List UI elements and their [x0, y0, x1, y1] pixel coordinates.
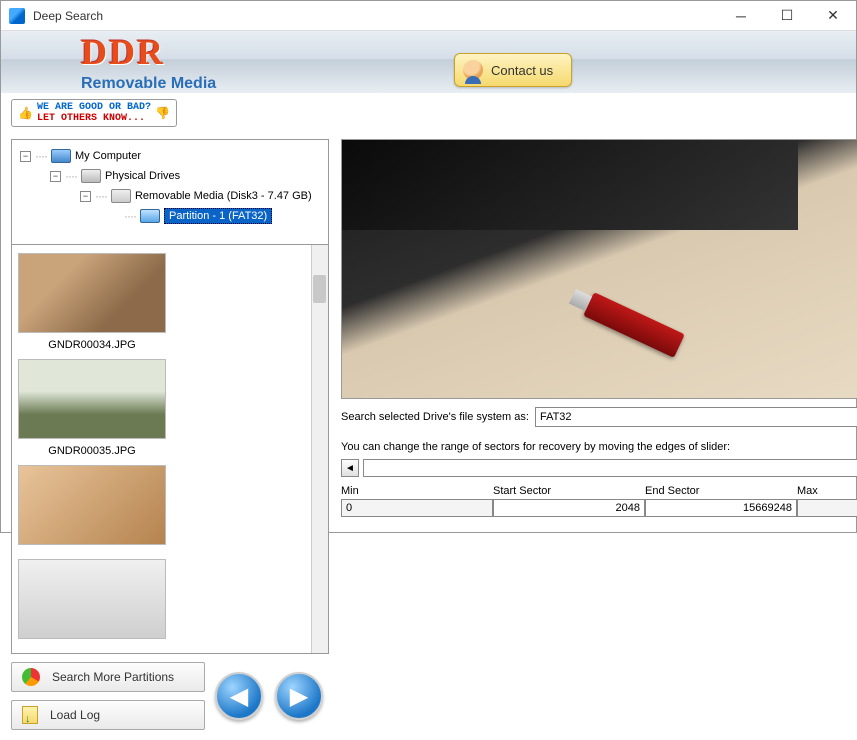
window-title: Deep Search — [33, 9, 718, 23]
computer-icon — [51, 149, 71, 163]
brand-subtitle: Removable Media — [81, 75, 216, 93]
contact-label: Contact us — [491, 63, 553, 78]
back-button[interactable]: ◀ — [215, 672, 263, 720]
thumbnail-item[interactable]: GNDR00035.JPG — [18, 359, 166, 457]
tree-toggle[interactable]: − — [80, 191, 91, 202]
start-sector-input[interactable] — [493, 499, 645, 517]
maximize-button[interactable]: ☐ — [764, 1, 810, 31]
search-more-partitions-button[interactable]: Search More Partitions — [11, 662, 205, 692]
max-sector-input — [797, 499, 857, 517]
brand: DDR Removable Media — [81, 31, 216, 93]
max-label: Max — [797, 485, 857, 497]
tree-removable[interactable]: Removable Media (Disk3 - 7.47 GB) — [135, 190, 312, 202]
badge-line2: LET OTHERS KNOW... — [37, 113, 145, 124]
hero-image — [341, 139, 857, 399]
close-button[interactable]: ✕ — [810, 1, 856, 31]
tree-physical[interactable]: Physical Drives — [105, 170, 180, 182]
tree-toggle[interactable]: − — [20, 151, 31, 162]
pie-chart-icon — [22, 668, 40, 686]
end-sector-input[interactable] — [645, 499, 797, 517]
thumbnails-scrollbar[interactable] — [311, 245, 328, 653]
load-log-label: Load Log — [50, 708, 100, 722]
thumbs-down-icon: 👎 — [155, 106, 170, 121]
thumbs-up-icon: 👍 — [18, 106, 33, 121]
brand-logo-text: DDR — [81, 31, 216, 73]
slider-hint: You can change the range of sectors for … — [341, 441, 857, 453]
thumbnails-panel: GNDR00034.JPG GNDR00035.JPG — [11, 245, 329, 654]
tree-partition-selected[interactable]: Partition - 1 (FAT32) — [164, 208, 272, 224]
thumbnail-item[interactable]: GNDR00034.JPG — [18, 253, 166, 351]
sector-range-slider[interactable] — [363, 459, 857, 477]
thumbnail-caption: GNDR00034.JPG — [48, 339, 135, 351]
min-label: Min — [341, 485, 493, 497]
filesystem-select[interactable]: FAT32 — [535, 407, 857, 427]
forward-button[interactable]: ▶ — [275, 672, 323, 720]
thumbnail-item[interactable] — [18, 465, 166, 551]
drive-icon — [81, 169, 101, 183]
app-window: Deep Search ─ ☐ ✕ DDR Removable Media Co… — [0, 0, 857, 533]
filesystem-label: Search selected Drive's file system as: — [341, 411, 529, 423]
tree-toggle[interactable]: − — [50, 171, 61, 182]
laptop-graphic — [342, 140, 798, 230]
thumbnail-image — [18, 559, 166, 639]
main-content: − ···· My Computer − ···· Physical Drive… — [1, 133, 856, 740]
thumbnail-item[interactable] — [18, 559, 166, 645]
tree-root[interactable]: My Computer — [75, 150, 141, 162]
filesystem-value: FAT32 — [540, 411, 572, 423]
app-icon — [9, 8, 25, 24]
minimize-button[interactable]: ─ — [718, 1, 764, 31]
usb-drive-icon — [111, 189, 131, 203]
feedback-badge-row: 👍 WE ARE GOOD OR BAD? LET OTHERS KNOW...… — [1, 93, 856, 133]
thumbnail-image — [18, 465, 166, 545]
usb-stick-graphic — [584, 292, 686, 358]
right-column: Search selected Drive's file system as: … — [341, 139, 857, 730]
contact-us-button[interactable]: Contact us — [454, 53, 572, 87]
left-column: − ···· My Computer − ···· Physical Drive… — [11, 139, 329, 730]
slider-left-button[interactable]: ◄ — [341, 459, 359, 477]
badge-line1: WE ARE GOOD OR BAD? — [37, 102, 151, 113]
drive-tree[interactable]: − ···· My Computer − ···· Physical Drive… — [11, 139, 329, 245]
feedback-badge[interactable]: 👍 WE ARE GOOD OR BAD? LET OTHERS KNOW...… — [11, 99, 177, 127]
thumbnail-image — [18, 253, 166, 333]
partition-icon — [140, 209, 160, 223]
load-log-button[interactable]: Load Log — [11, 700, 205, 730]
titlebar: Deep Search ─ ☐ ✕ — [1, 1, 856, 31]
end-sector-label: End Sector — [645, 485, 797, 497]
start-sector-label: Start Sector — [493, 485, 645, 497]
thumbnail-image — [18, 359, 166, 439]
thumbnail-caption: GNDR00035.JPG — [48, 445, 135, 457]
min-sector-input — [341, 499, 493, 517]
load-log-icon — [22, 706, 38, 724]
person-icon — [463, 60, 483, 80]
search-more-label: Search More Partitions — [52, 670, 174, 684]
banner: DDR Removable Media Contact us — [1, 31, 856, 93]
scrollbar-thumb[interactable] — [313, 275, 326, 303]
